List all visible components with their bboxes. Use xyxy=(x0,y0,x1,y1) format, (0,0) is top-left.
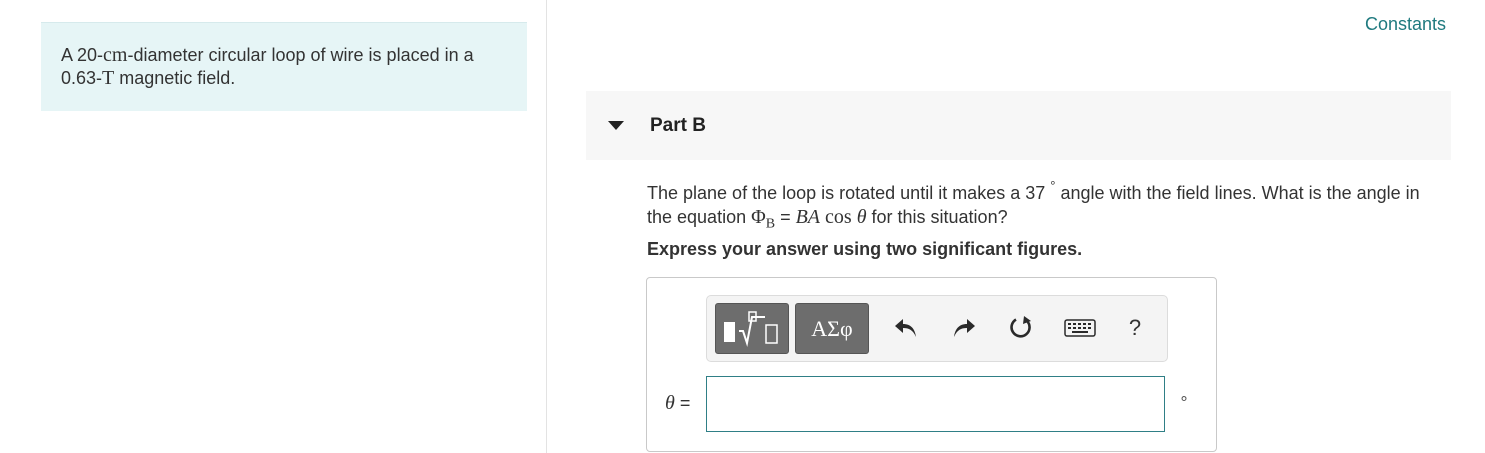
redo-icon[interactable] xyxy=(950,314,978,342)
degree-symbol: ° xyxy=(1050,178,1056,193)
theta-symbol: θ xyxy=(665,392,675,414)
equals-sign: = xyxy=(775,207,796,227)
reset-icon[interactable] xyxy=(1007,314,1035,342)
answer-box: ΑΣφ ? θ = ∘ xyxy=(646,277,1217,452)
cos-function: cos xyxy=(820,206,857,228)
problem-text: magnetic field. xyxy=(114,68,236,88)
answer-variable-label: θ = xyxy=(665,392,690,415)
problem-statement: A 20-cm-diameter circular loop of wire i… xyxy=(41,22,527,111)
equals-sign: = xyxy=(674,393,691,413)
unit-cm: cm xyxy=(103,44,128,66)
symbols-button[interactable]: ΑΣφ xyxy=(795,303,869,354)
question-fragment: for this situation? xyxy=(866,207,1008,227)
problem-text: A 20- xyxy=(61,45,104,65)
undo-icon[interactable] xyxy=(892,314,920,342)
degree-unit-label: ∘ xyxy=(1179,390,1190,407)
question-fragment: The plane of the loop is rotated until i… xyxy=(647,183,1046,203)
problem-pane: A 20-cm-diameter circular loop of wire i… xyxy=(0,0,546,453)
part-title: Part B xyxy=(650,114,706,136)
flux-subscript: B xyxy=(765,216,776,232)
collapse-caret-icon[interactable] xyxy=(608,121,624,130)
theta-symbol: θ xyxy=(856,206,867,228)
templates-button[interactable] xyxy=(715,303,789,354)
answer-input[interactable] xyxy=(706,376,1165,432)
part-header[interactable]: Part B xyxy=(586,91,1451,160)
pane-divider xyxy=(546,0,547,453)
math-toolbar: ΑΣφ ? xyxy=(706,295,1168,362)
ba-symbol: BA xyxy=(795,206,821,228)
unit-tesla: T xyxy=(102,67,115,89)
templates-icon xyxy=(724,310,778,347)
keyboard-icon[interactable] xyxy=(1063,314,1097,342)
help-button[interactable]: ? xyxy=(1121,314,1149,342)
question-text: The plane of the loop is rotated until i… xyxy=(647,176,1437,237)
constants-link[interactable]: Constants xyxy=(1365,14,1446,35)
answer-instruction: Express your answer using two significan… xyxy=(647,239,1083,259)
flux-symbol: Φ xyxy=(751,206,766,228)
